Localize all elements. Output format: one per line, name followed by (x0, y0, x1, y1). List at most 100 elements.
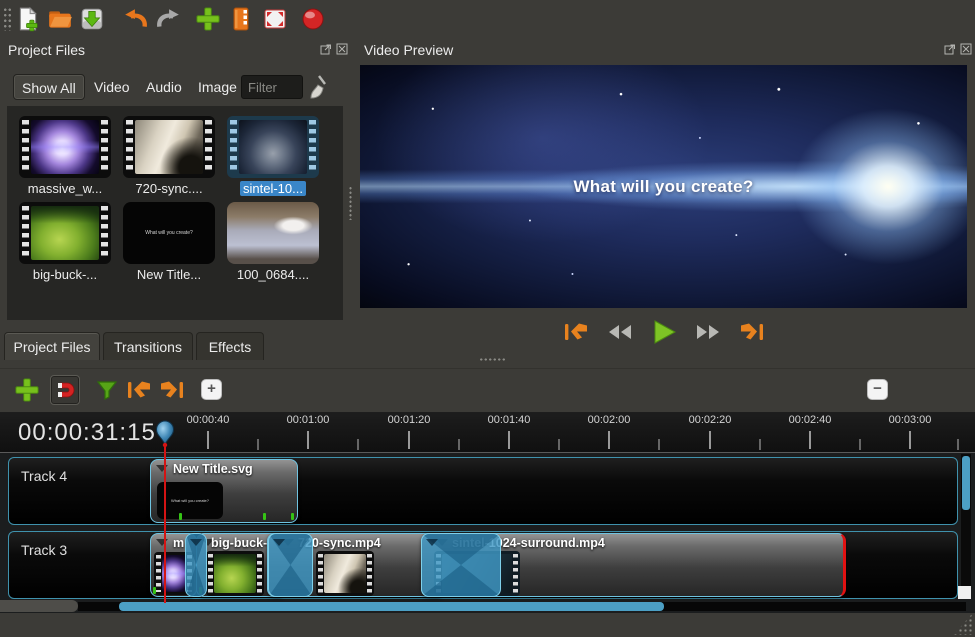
export-video-icon (299, 5, 327, 33)
clip-title: big-buck- (211, 536, 267, 550)
transition-collapse-icon[interactable] (190, 539, 202, 546)
open-project-button[interactable] (45, 4, 75, 34)
clip-thumbnail: What will you create? (157, 482, 223, 519)
zoom-in-button[interactable]: + (201, 379, 222, 400)
openshot-window: Project Files Video Preview Show All Vid… (0, 0, 975, 637)
import-files-button[interactable] (193, 4, 223, 34)
ruler-major-tick (809, 431, 811, 449)
add-marker-button[interactable] (92, 375, 122, 405)
next-marker-icon (158, 379, 186, 401)
ruler-major-tick (408, 431, 410, 449)
current-time-display: 00:00:31:15 (18, 419, 156, 447)
close-pane-icon[interactable] (336, 43, 348, 55)
redo-button[interactable] (153, 4, 183, 34)
ruler-tick-label: 00:01:20 (374, 414, 444, 426)
title-thumbnail: What will you create? (123, 202, 215, 264)
ruler-major-tick (307, 431, 309, 449)
float-pane-icon[interactable] (320, 43, 332, 55)
save-project-button[interactable] (77, 4, 107, 34)
filter-show-all-button[interactable]: Show All (13, 74, 85, 100)
snapping-toggle-button[interactable] (50, 375, 80, 405)
preview-overlay-text: What will you create? (360, 177, 967, 197)
undo-button[interactable] (121, 4, 151, 34)
transition-collapse-icon[interactable] (426, 539, 438, 546)
rewind-icon (606, 323, 634, 341)
horizontal-splitter-handle[interactable] (479, 357, 505, 362)
ruler-major-tick (508, 431, 510, 449)
video-preview-pane-title: Video Preview (364, 42, 453, 58)
clear-filter-button[interactable] (305, 74, 327, 105)
ruler-minor-tick (458, 439, 460, 450)
file-item-sintel-selected[interactable]: sintel-10... (221, 116, 325, 196)
clip-title: New Title.svg (173, 462, 253, 476)
new-project-icon (15, 6, 41, 32)
file-item-bigbuck[interactable]: big-buck-... (13, 202, 117, 282)
ruler-minor-tick (658, 439, 660, 450)
fullscreen-button[interactable] (260, 4, 290, 34)
video-thumbnail (227, 116, 319, 178)
export-video-button[interactable] (298, 4, 328, 34)
transition-2[interactable] (268, 533, 313, 597)
import-files-icon (194, 5, 222, 33)
ruler-tick-label: 00:00:40 (173, 414, 243, 426)
tab-transitions[interactable]: Transitions (103, 332, 193, 360)
float-pane-icon[interactable] (944, 43, 956, 55)
file-item-massive[interactable]: massive_w... (13, 116, 117, 196)
track-name: Track 4 (21, 468, 67, 484)
playhead-marker[interactable] (155, 420, 175, 453)
window-resize-grip[interactable] (953, 613, 973, 635)
horizontal-scrollbar-thumb[interactable] (119, 602, 664, 611)
tracks-area: Track 4 New Title.svg What will you crea… (0, 453, 975, 613)
track-row-4[interactable]: Track 4 New Title.svg What will you crea… (8, 457, 958, 525)
clip-new-title[interactable]: New Title.svg What will you create? (150, 459, 298, 523)
file-item-new-title[interactable]: What will you create? New Title... (117, 202, 221, 282)
transition-collapse-icon[interactable] (273, 539, 285, 546)
magnet-icon (54, 379, 76, 401)
play-button[interactable] (648, 318, 680, 346)
project-files-list: massive_w... 720-sync.... sintel-10... b… (7, 106, 343, 320)
timeline-ruler[interactable]: 00:00:31:15 00:00:40 00:01:00 00:01:20 0… (0, 412, 975, 453)
filter-input[interactable] (241, 75, 303, 99)
project-files-pane-title: Project Files (8, 42, 85, 58)
clip-collapse-icon[interactable] (156, 465, 168, 472)
filter-video-button[interactable]: Video (86, 74, 138, 100)
file-label-selected: sintel-10... (221, 181, 325, 196)
transition-1[interactable] (185, 533, 207, 597)
ruler-minor-tick (257, 439, 259, 450)
video-thumbnail (19, 202, 111, 264)
video-preview-canvas[interactable]: What will you create? (360, 65, 967, 308)
tab-effects[interactable]: Effects (196, 332, 264, 360)
tab-project-files[interactable]: Project Files (4, 332, 100, 360)
file-item-720sync[interactable]: 720-sync.... (117, 116, 221, 196)
jump-to-end-button[interactable] (736, 318, 768, 346)
rewind-button[interactable] (604, 318, 636, 346)
close-pane-icon[interactable] (960, 43, 972, 55)
choose-profile-button[interactable] (226, 4, 256, 34)
clip-collapse-icon[interactable] (156, 539, 168, 546)
filter-image-button[interactable]: Image (190, 74, 245, 100)
zoom-out-button[interactable]: − (867, 379, 888, 400)
toolbar-drag-handle[interactable] (3, 7, 12, 31)
add-track-button[interactable] (12, 375, 42, 405)
fast-forward-button[interactable] (692, 318, 724, 346)
filter-audio-button[interactable]: Audio (138, 74, 190, 100)
vertical-scrollbar-thumb[interactable] (962, 456, 970, 510)
track-row-3[interactable]: Track 3 m big-buck- 720-sync.mp4 (8, 531, 958, 599)
previous-marker-button[interactable] (124, 375, 154, 405)
next-marker-button[interactable] (157, 375, 187, 405)
image-thumbnail (227, 202, 319, 264)
transition-3[interactable] (421, 533, 501, 597)
new-project-button[interactable] (13, 4, 43, 34)
jump-to-start-button[interactable] (560, 318, 592, 346)
file-label: big-buck-... (13, 267, 117, 282)
file-label: 720-sync.... (117, 181, 221, 196)
keyframe-mark (291, 513, 294, 520)
ruler-minor-tick (759, 439, 761, 450)
broom-icon (305, 74, 327, 100)
file-item-100-0684[interactable]: 100_0684.... (221, 202, 325, 282)
main-toolbar (0, 0, 975, 38)
panel-splitter-handle[interactable] (348, 186, 353, 220)
ruler-major-tick (207, 431, 209, 449)
ruler-major-tick (608, 431, 610, 449)
ruler-tick-label: 00:02:40 (775, 414, 845, 426)
